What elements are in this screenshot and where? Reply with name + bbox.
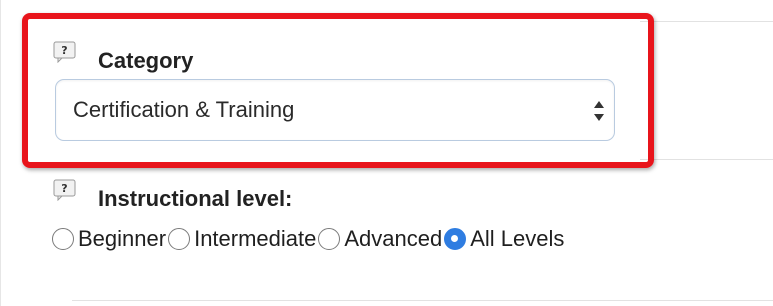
radio-button[interactable] [168,228,191,250]
panel-border [0,0,1,306]
divider-top [640,21,773,22]
help-icon[interactable]: ? [53,179,77,202]
radio-button-selected[interactable] [444,228,467,250]
divider-bottom [72,300,773,301]
radio-option-all-levels[interactable]: All Levels [444,226,566,252]
divider-middle [640,159,773,160]
form-section: ? Category Certification & Training ? In… [0,0,773,306]
svg-text:?: ? [61,182,67,195]
highlight-annotation [22,13,654,168]
radio-label: Beginner [78,226,167,251]
radio-option-intermediate[interactable]: Intermediate [168,226,318,252]
instructional-level-radio-group: Beginner Intermediate Advanced All Level… [52,223,566,255]
radio-label: Intermediate [194,226,317,251]
instructional-level-label: Instructional level: [98,186,293,211]
radio-label: All Levels [470,226,565,251]
radio-button[interactable] [318,228,341,250]
radio-option-beginner[interactable]: Beginner [52,226,168,252]
radio-option-advanced[interactable]: Advanced [318,226,444,252]
radio-button[interactable] [52,228,74,250]
radio-label: Advanced [344,226,443,251]
